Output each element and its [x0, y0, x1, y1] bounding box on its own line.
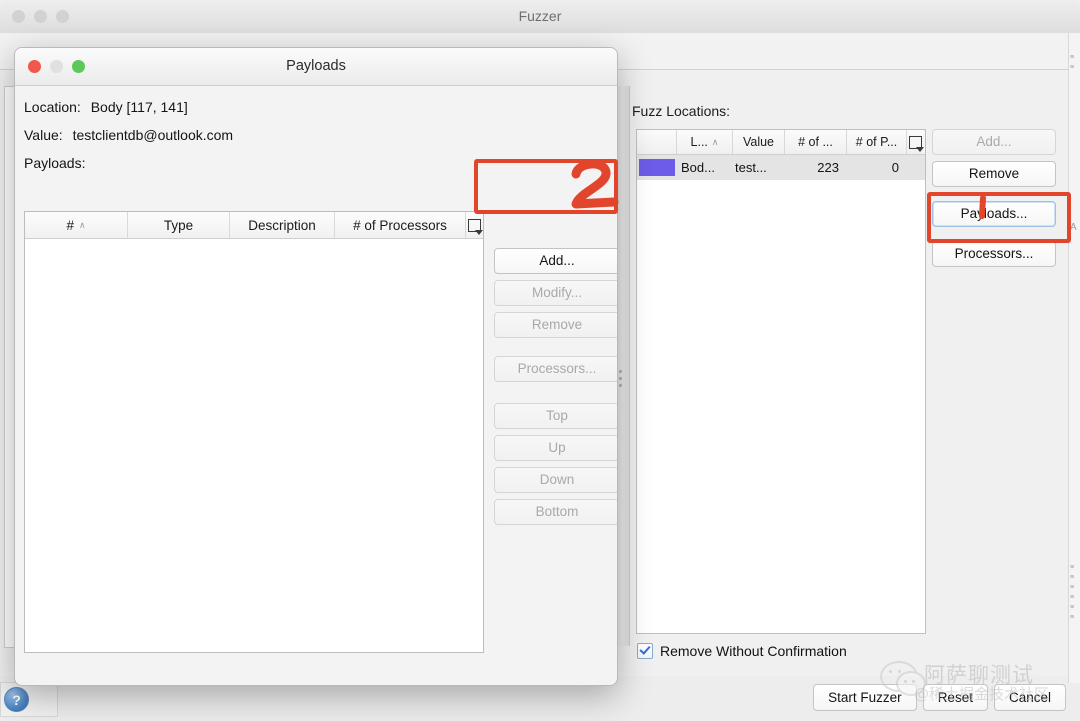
column-config-icon[interactable]: [466, 212, 483, 238]
fuzzer-footer-buttons: Start Fuzzer Reset Cancel: [813, 684, 1066, 711]
column-config-glyph: [908, 135, 924, 152]
fuzz-col-header-value[interactable]: Value: [733, 130, 785, 154]
processors-button[interactable]: Processors...: [932, 241, 1056, 267]
payloads-table[interactable]: # ∧ Type Description # of Processors: [24, 211, 484, 653]
payloads-col-header-num-processors[interactable]: # of Processors: [335, 212, 466, 238]
fuzz-col-header-location-label: L...: [690, 135, 708, 149]
value-value: testclientdb@outlook.com: [72, 127, 234, 143]
fuzz-col-header-num-of-processors[interactable]: # of P...: [847, 130, 907, 154]
main-remove-without-confirmation-label: Remove Without Confirmation: [660, 643, 847, 659]
payloads-col-header-number-label: #: [66, 217, 74, 233]
payloads-remove-button[interactable]: Remove: [494, 312, 617, 338]
payloads-col-header-description[interactable]: Description: [230, 212, 335, 238]
row-location: Bod...: [681, 160, 715, 175]
fuzz-col-header-swatch[interactable]: [637, 130, 677, 154]
payloads-button-column: Add... Modify... Remove Processors... To…: [494, 248, 617, 531]
location-row: Location: Body [117, 141]: [24, 99, 188, 115]
fuzz-locations-button-column: Add... Remove Payloads... Processors...: [932, 129, 1056, 273]
payloads-down-button[interactable]: Down: [494, 467, 617, 493]
column-config-icon[interactable]: [907, 130, 924, 154]
fuzz-locations-header-row: L... ∧ Value # of ... # of P...: [637, 130, 925, 155]
fuzzer-titlebar: Fuzzer: [0, 0, 1080, 34]
help-question-icon[interactable]: ?: [4, 687, 29, 712]
value-row: Value: testclientdb@outlook.com: [24, 127, 233, 143]
remove-location-button[interactable]: Remove: [932, 161, 1056, 187]
fuzz-locations-table[interactable]: L... ∧ Value # of ... # of P... Bod... t…: [636, 129, 926, 634]
split-pane-grip[interactable]: [619, 370, 622, 387]
payloads-add-button[interactable]: Add...: [494, 248, 617, 274]
payloads-table-empty-body[interactable]: [25, 239, 483, 651]
payloads-header-row: # ∧ Type Description # of Processors: [25, 212, 483, 239]
sort-ascending-icon: ∧: [78, 219, 86, 230]
start-fuzzer-button[interactable]: Start Fuzzer: [813, 684, 917, 711]
row-num-of: 223: [817, 160, 839, 175]
checkbox-icon[interactable]: [637, 643, 653, 659]
screen-root: Fuzzer Fuzz Locations: L... ∧ Value # of…: [0, 0, 1080, 721]
payloads-modify-button[interactable]: Modify...: [494, 280, 617, 306]
cancel-button[interactable]: Cancel: [993, 684, 1066, 711]
main-remove-without-confirmation[interactable]: Remove Without Confirmation: [637, 643, 847, 659]
payloads-dialog-title: Payloads: [286, 58, 346, 74]
payloads-up-button[interactable]: Up: [494, 435, 617, 461]
payloads-label: Payloads:: [24, 155, 86, 171]
fuzzer-window-title: Fuzzer: [518, 8, 562, 24]
right-edge-strip: ≡ ≡ A ≡ ≡ ≡ ≡ ≡ ≡: [1068, 33, 1080, 683]
sort-ascending-icon: ∧: [711, 136, 719, 147]
payloads-top-button[interactable]: Top: [494, 403, 617, 429]
value-label: Value:: [24, 127, 63, 143]
location-color-swatch: [639, 159, 675, 176]
table-row[interactable]: Bod... test... 223 0: [637, 155, 925, 180]
fuzz-locations-label: Fuzz Locations:: [632, 103, 731, 119]
fuzz-col-header-num-of[interactable]: # of ...: [785, 130, 847, 154]
payloads-button[interactable]: Payloads...: [932, 201, 1056, 227]
location-value: Body [117, 141]: [90, 99, 188, 115]
fuzz-col-header-location[interactable]: L... ∧: [677, 130, 733, 154]
column-config-glyph: [468, 218, 483, 235]
payloads-dialog: Payloads Location: Body [117, 141] Value…: [14, 47, 618, 686]
payloads-dialog-titlebar: Payloads: [15, 48, 617, 86]
payloads-col-header-number[interactable]: # ∧: [25, 212, 128, 238]
reset-button[interactable]: Reset: [922, 684, 988, 711]
row-num-of-processors: 0: [891, 160, 899, 175]
row-value: test...: [735, 160, 767, 175]
location-label: Location:: [24, 99, 81, 115]
row-color-swatch: [637, 159, 677, 176]
add-location-button[interactable]: Add...: [932, 129, 1056, 155]
payloads-col-header-type[interactable]: Type: [128, 212, 230, 238]
payloads-dialog-body: Location: Body [117, 141] Value: testcli…: [15, 85, 617, 685]
payloads-bottom-button[interactable]: Bottom: [494, 499, 617, 525]
payloads-processors-button[interactable]: Processors...: [494, 356, 617, 382]
